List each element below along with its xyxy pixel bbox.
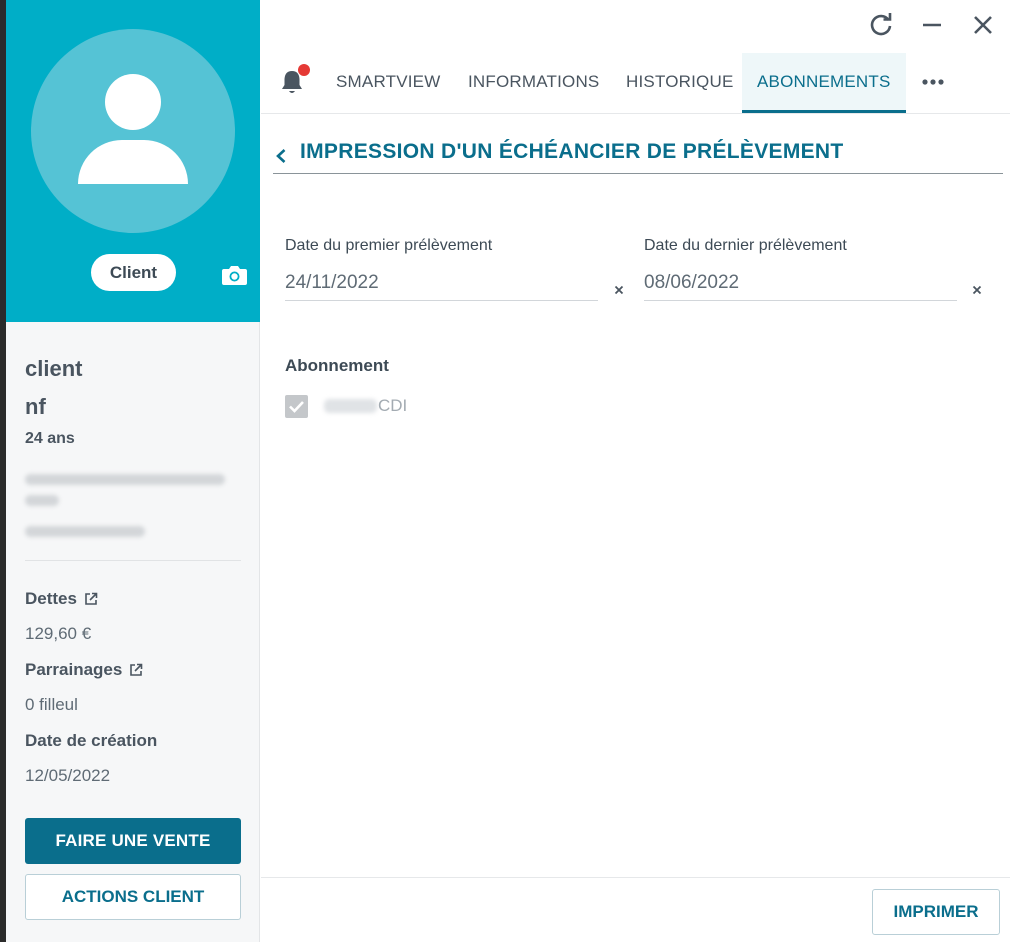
tab-bar: SMARTVIEW INFORMATIONS HISTORIQUE ABONNE… xyxy=(261,53,1010,114)
creation-value: 12/05/2022 xyxy=(25,766,111,785)
avatar-body xyxy=(78,140,188,184)
dettes-label: Dettes xyxy=(25,589,77,608)
last-date-input[interactable] xyxy=(644,265,957,301)
last-date-label: Date du dernier prélèvement xyxy=(644,237,847,254)
client-stats: Dettes 129,60 € Parrainages 0 filleul Da… xyxy=(25,586,245,799)
app-window: Client client nf 24 ans Dettes 129,60 € … xyxy=(6,0,1010,942)
first-date-field: Date du premier prélèvement xyxy=(285,237,599,301)
parrainages-label: Parrainages xyxy=(25,660,123,679)
imprimer-button[interactable]: IMPRIMER xyxy=(872,889,1000,935)
faire-une-vente-button[interactable]: FAIRE UNE VENTE xyxy=(25,818,241,864)
close-icon[interactable] xyxy=(969,11,997,39)
refresh-icon[interactable] xyxy=(867,11,895,39)
tab-abonnements[interactable]: ABONNEMENTS xyxy=(742,53,906,113)
minimize-icon[interactable] xyxy=(918,11,946,39)
client-sidebar: Client client nf 24 ans Dettes 129,60 € … xyxy=(6,0,260,942)
tab-smartview[interactable]: SMARTVIEW xyxy=(336,53,440,113)
subscription-checkbox[interactable] xyxy=(285,395,308,418)
more-icon[interactable] xyxy=(921,77,945,87)
profile-header: Client xyxy=(6,0,260,322)
sidebar-divider xyxy=(25,560,241,561)
parrainages-value: 0 filleul xyxy=(25,695,78,714)
notification-badge xyxy=(298,64,310,76)
first-date-label: Date du premier prélèvement xyxy=(285,237,493,254)
subscription-item-label: CDI xyxy=(378,396,408,415)
client-firstname: client xyxy=(25,356,83,381)
chevron-left-icon[interactable] xyxy=(275,147,287,165)
last-date-field: Date du dernier prélèvement xyxy=(644,237,958,301)
subscription-label: Abonnement xyxy=(285,356,389,375)
address-redacted-2 xyxy=(25,495,59,506)
actions-client-button[interactable]: ACTIONS CLIENT xyxy=(25,874,241,920)
footer-bar: IMPRIMER xyxy=(261,877,1010,942)
client-age: 24 ans xyxy=(25,430,75,447)
camera-icon[interactable] xyxy=(221,263,248,287)
main-panel: SMARTVIEW INFORMATIONS HISTORIQUE ABONNE… xyxy=(261,0,1010,942)
parrainages-link[interactable]: Parrainages xyxy=(25,657,245,683)
user-avatar-icon xyxy=(31,29,235,233)
external-link-icon[interactable] xyxy=(84,592,98,606)
client-identity: client nf 24 ans xyxy=(25,350,241,544)
page-header: IMPRESSION D'UN ÉCHÉANCIER DE PRÉLÈVEMEN… xyxy=(273,138,1003,174)
tab-historique[interactable]: HISTORIQUE xyxy=(626,53,733,113)
clear-icon[interactable] xyxy=(613,284,625,296)
client-type-badge: Client xyxy=(91,254,176,291)
client-contact-redacted xyxy=(25,474,241,544)
tab-informations[interactable]: INFORMATIONS xyxy=(468,53,599,113)
phone-redacted xyxy=(25,526,145,537)
address-redacted xyxy=(25,474,225,485)
first-date-input[interactable] xyxy=(285,265,598,301)
creation-label: Date de création xyxy=(25,731,158,750)
page-title: IMPRESSION D'UN ÉCHÉANCIER DE PRÉLÈVEMEN… xyxy=(300,140,844,163)
clear-icon[interactable] xyxy=(971,284,983,296)
dettes-link[interactable]: Dettes xyxy=(25,586,245,612)
dettes-value: 129,60 € xyxy=(25,624,92,643)
checkbox-checked-icon xyxy=(289,401,304,413)
external-link-icon[interactable] xyxy=(129,663,143,677)
client-lastname: nf xyxy=(25,394,46,419)
avatar-head xyxy=(105,74,161,130)
subscription-name-redacted xyxy=(324,399,377,413)
